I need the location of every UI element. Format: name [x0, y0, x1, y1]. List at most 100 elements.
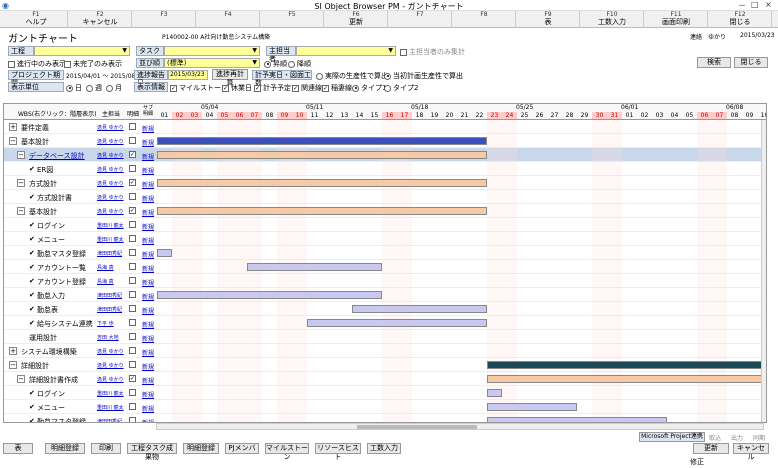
expand-toggle[interactable]: −	[17, 207, 25, 215]
incomplete-only-check[interactable]: 進行中のみ表示	[8, 59, 66, 69]
gantt-bar[interactable]	[247, 263, 382, 271]
tantou-name[interactable]: 逸見 ゆかり	[97, 362, 124, 369]
new-link[interactable]: 新規	[142, 376, 154, 385]
wbs-name[interactable]: 基本設計	[29, 207, 57, 217]
detail-checkbox[interactable]: ✓	[129, 151, 136, 158]
detail-checkbox[interactable]	[129, 123, 136, 130]
detail-checkbox[interactable]: ✓	[129, 207, 136, 214]
fkey-f6[interactable]: F6 更新	[325, 11, 388, 28]
new-link[interactable]: 新規	[142, 334, 154, 343]
close-icon[interactable]: ×	[765, 0, 772, 9]
new-link[interactable]: 新規	[142, 250, 154, 259]
milestone-check[interactable]: ✓ マイルストーン	[170, 83, 228, 93]
export-button[interactable]: 出力	[731, 433, 743, 442]
wbs-name[interactable]: 勤怠マスタ登録	[37, 417, 86, 422]
fkey-f4[interactable]: F4	[197, 11, 260, 28]
tantou-name[interactable]: 津田田秀紀	[97, 250, 122, 257]
tantou-name[interactable]: 逸見 ゆかり	[97, 138, 124, 145]
tantou-name[interactable]: 逸見 ゆかり	[97, 194, 124, 201]
vertical-scrollbar[interactable]	[761, 120, 766, 422]
wbs-name[interactable]: ログイン	[37, 389, 65, 399]
tantou-name[interactable]: 重田川 龍太	[97, 222, 124, 229]
maximize-icon[interactable]: □	[751, 0, 759, 9]
new-link[interactable]: 新規	[142, 180, 154, 189]
tantou-select[interactable]: ▼	[296, 46, 396, 56]
wbs-name[interactable]: 要件定義	[21, 123, 49, 133]
type2-radio[interactable]: タイプ2	[384, 83, 418, 93]
progress-line-check[interactable]: ✓ 稲妻線	[322, 83, 352, 93]
new-link[interactable]: 新規	[142, 306, 154, 315]
fkey-f1[interactable]: F1 ヘルプ	[5, 11, 68, 28]
tantou-name[interactable]: 逸見 ゆかり	[97, 208, 124, 215]
wbs-name[interactable]: システム環境構築	[21, 347, 77, 357]
horizontal-scrollbar[interactable]	[156, 423, 764, 430]
expand-toggle[interactable]: +	[9, 347, 17, 355]
expand-toggle[interactable]: −	[9, 137, 17, 145]
wbs-name[interactable]: 詳細設計書作成	[29, 375, 78, 385]
bottom-button[interactable]: 明細登録	[183, 443, 219, 454]
tantou-name[interactable]: 津田田秀紀	[97, 306, 122, 313]
gantt-bar[interactable]	[157, 249, 172, 257]
gantt-bar[interactable]	[487, 375, 766, 383]
wbs-name[interactable]: 勤怠表	[37, 305, 58, 315]
wbs-name[interactable]: 詳細設計	[21, 361, 49, 371]
detail-checkbox[interactable]	[129, 277, 136, 284]
bottom-button[interactable]: 工数入力	[367, 443, 401, 454]
detail-checkbox[interactable]	[129, 137, 136, 144]
bottom-button[interactable]: マイルストーン	[265, 443, 309, 461]
actual-rate-radio[interactable]: 実際の生産性で算出	[316, 71, 388, 81]
plan-check[interactable]: ✓ 計予予定	[254, 83, 291, 93]
new-link[interactable]: 新規	[142, 152, 154, 161]
sync-button[interactable]: 同期	[753, 433, 765, 442]
new-link[interactable]: 新規	[142, 124, 154, 133]
detail-checkbox[interactable]	[129, 389, 136, 396]
tantou-name[interactable]: 逸見 ゆかり	[97, 180, 124, 187]
new-link[interactable]: 新規	[142, 208, 154, 217]
tantou-name[interactable]: 鳥海 真	[97, 264, 114, 271]
tantou-name[interactable]: 重田川 龍太	[97, 404, 124, 411]
related-check[interactable]: ✓ 関連線	[292, 83, 322, 93]
new-link[interactable]: 新規	[142, 348, 154, 357]
gantt-bar[interactable]	[157, 179, 487, 187]
bottom-button[interactable]: 明細登録	[45, 443, 85, 454]
wbs-name[interactable]: 勤怠入力	[37, 291, 65, 301]
wbs-name[interactable]: 方式設計書	[37, 193, 72, 203]
detail-checkbox[interactable]	[129, 417, 136, 422]
expand-toggle[interactable]: −	[17, 151, 25, 159]
tantou-name[interactable]: 重田川 龍太	[97, 390, 124, 397]
gantt-bar[interactable]	[157, 137, 487, 145]
detail-checkbox[interactable]	[129, 193, 136, 200]
gantt-bar[interactable]	[157, 151, 487, 159]
minimize-icon[interactable]: －	[738, 0, 746, 11]
tantou-name[interactable]: 津田田秀紀	[97, 418, 122, 422]
detail-checkbox[interactable]	[129, 221, 136, 228]
bottom-button[interactable]: PJメンバ	[225, 443, 259, 454]
new-link[interactable]: 新規	[142, 166, 154, 175]
narabi-select[interactable]: (標準) ▼	[164, 58, 260, 68]
holiday-check[interactable]: ✓ 休業日	[222, 83, 252, 93]
tantou-only-check[interactable]: 主担当者のみ集計	[400, 47, 465, 57]
tantou-name[interactable]: 逸見 ゆかり	[97, 166, 124, 173]
desc-radio[interactable]: 降順	[288, 59, 311, 69]
new-link[interactable]: 新規	[142, 278, 154, 287]
wbs-name[interactable]: アカウント登録	[37, 277, 86, 287]
gantt-bar[interactable]	[487, 361, 766, 369]
wbs-name[interactable]: メニュー	[37, 235, 65, 245]
fkey-f12[interactable]: F12 閉じる	[709, 11, 772, 28]
detail-checkbox[interactable]	[129, 347, 136, 354]
fkey-f3[interactable]: F3	[133, 11, 196, 28]
new-link[interactable]: 新規	[142, 222, 154, 231]
close-button[interactable]: 閉じる	[734, 57, 768, 68]
unit-day-radio[interactable]: 日	[66, 83, 82, 93]
tantou-name[interactable]: 重田川 龍太	[97, 236, 124, 243]
hide-unplanned-check[interactable]: 未完了のみ表示	[64, 59, 122, 69]
type1-radio[interactable]: タイプ1	[352, 83, 386, 93]
new-link[interactable]: 新規	[142, 418, 154, 422]
gantt-bar[interactable]	[307, 319, 487, 327]
recalc-button[interactable]: 進捗再計算	[212, 69, 248, 87]
progress-base-input[interactable]: 2015/03/23	[168, 70, 208, 80]
gantt-bar[interactable]	[487, 389, 502, 397]
fkey-f9[interactable]: F9 表	[517, 11, 580, 28]
search-button[interactable]: 検索	[697, 57, 731, 68]
detail-checkbox[interactable]	[129, 249, 136, 256]
